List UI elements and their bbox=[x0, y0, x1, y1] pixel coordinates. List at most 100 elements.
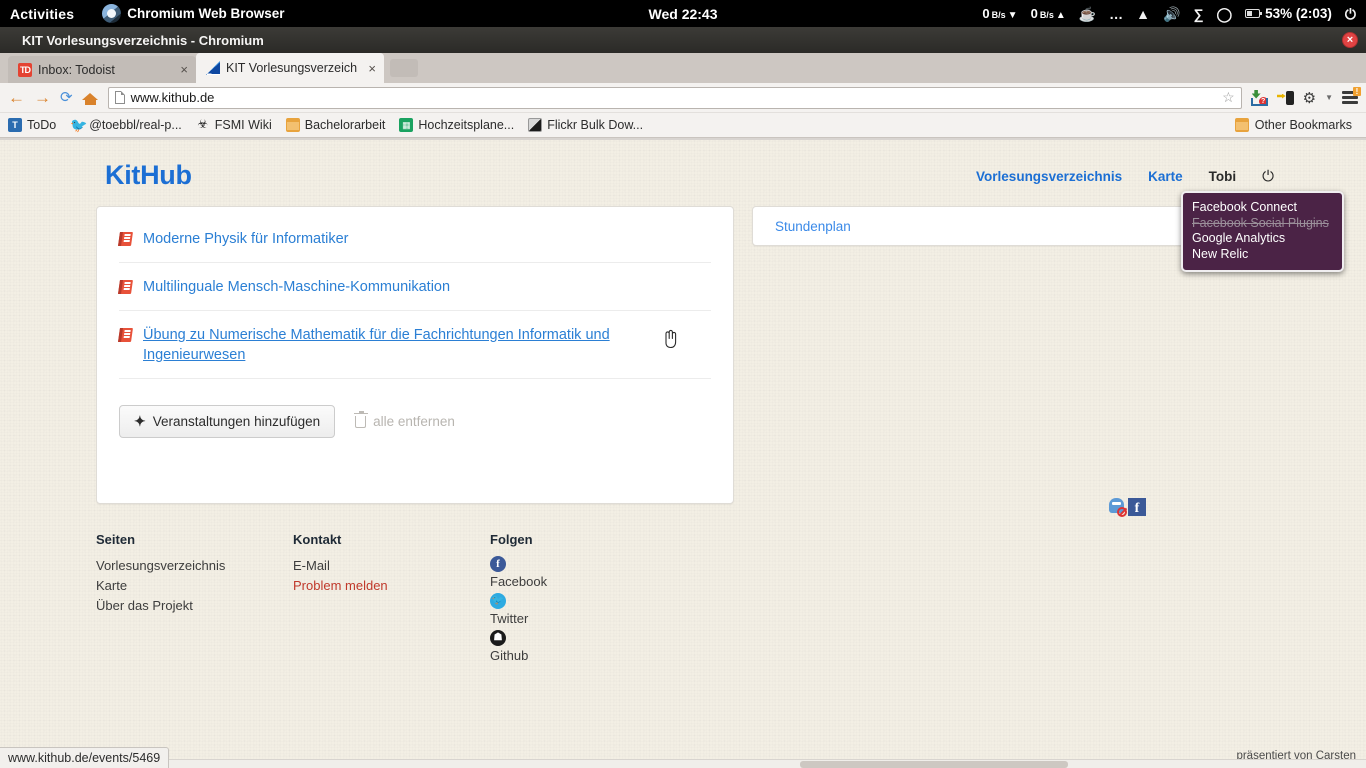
footer-heading: Seiten bbox=[96, 532, 136, 547]
chevron-down-icon[interactable]: ▼ bbox=[1325, 93, 1333, 102]
site-logo[interactable]: KitHub bbox=[88, 148, 192, 191]
course-link[interactable]: Multilinguale Mensch-Maschine-Kommunikat… bbox=[143, 277, 450, 297]
folder-icon bbox=[1234, 118, 1249, 132]
bookmarks-bar: T ToDo 🐦 @toebbl/real-p... ☣ FSMI Wiki B… bbox=[0, 113, 1366, 138]
bookmark-fsmi-wiki[interactable]: ☣ FSMI Wiki bbox=[196, 118, 271, 132]
add-events-button[interactable]: ✦ Veranstaltungen hinzufügen bbox=[119, 405, 336, 438]
twitter-icon: 🐦 bbox=[70, 117, 88, 133]
tab-todoist[interactable]: TD Inbox: Todoist × bbox=[8, 56, 196, 83]
battery-icon bbox=[1245, 9, 1263, 18]
trash-icon bbox=[353, 410, 368, 428]
social-label: Twitter bbox=[490, 611, 529, 626]
schedule-link[interactable]: Stundenplan bbox=[775, 219, 851, 234]
gear-icon[interactable]: ⚙ bbox=[1303, 89, 1316, 107]
user-name[interactable]: Tobi bbox=[1209, 169, 1237, 184]
forward-icon[interactable]: → bbox=[34, 89, 51, 106]
new-tab-button[interactable] bbox=[390, 59, 418, 77]
page-info-icon[interactable] bbox=[114, 91, 125, 104]
close-icon[interactable]: × bbox=[1342, 32, 1358, 48]
bookmark-bachelorarbeit[interactable]: Bachelorarbeit bbox=[285, 118, 386, 132]
social-label: Github bbox=[490, 648, 529, 663]
social-label: Facebook bbox=[490, 574, 548, 589]
status-bar: www.kithub.de/events/5469 bbox=[0, 747, 170, 768]
list-item[interactable]: Moderne Physik für Informatiker bbox=[118, 215, 711, 263]
nav-karte[interactable]: Karte bbox=[1148, 169, 1183, 184]
remove-all-button[interactable]: alle entfernen bbox=[353, 410, 455, 429]
power-menu-icon[interactable]: ⏻ bbox=[1345, 7, 1356, 21]
active-application-indicator[interactable]: Chromium Web Browser bbox=[102, 4, 285, 23]
home-icon[interactable] bbox=[81, 90, 99, 105]
footer-link-twitter[interactable]: 🐦 Twitter bbox=[490, 593, 710, 629]
popup-item-google-analytics[interactable]: Google Analytics bbox=[1192, 231, 1333, 247]
todoist-icon: TD bbox=[18, 62, 32, 77]
course-link[interactable]: Übung zu Numerische Mathematik für die F… bbox=[143, 325, 673, 365]
footer-link-github[interactable]: ☗ Github bbox=[490, 630, 710, 666]
tab-label: Inbox: Todoist bbox=[38, 62, 115, 77]
download-extension-icon[interactable]: ? bbox=[1250, 90, 1268, 106]
eject-icon[interactable]: ▲ bbox=[1136, 7, 1150, 21]
bookmark-hochzeitsplanung[interactable]: ▦ Hochzeitsplane... bbox=[399, 118, 514, 132]
list-item[interactable]: Multilinguale Mensch-Maschine-Kommunikat… bbox=[118, 263, 711, 311]
bookmark-star-icon[interactable]: ☆ bbox=[1222, 89, 1235, 106]
tab-label: KIT Vorlesungsverzeichnis bbox=[226, 61, 359, 75]
send-to-phone-icon[interactable] bbox=[1277, 90, 1294, 106]
add-events-label: Veranstaltungen hinzufügen bbox=[152, 414, 321, 429]
network-download-rate: 0 B/s ▼ bbox=[982, 6, 1017, 21]
bookmark-flickr-bulk-download[interactable]: Flickr Bulk Dow... bbox=[528, 118, 643, 132]
footer-heading: Kontakt bbox=[293, 532, 342, 547]
address-bar[interactable]: www.kithub.de ☆ bbox=[107, 86, 1242, 109]
volume-icon[interactable]: 🔊 bbox=[1163, 7, 1180, 21]
course-link[interactable]: Moderne Physik für Informatiker bbox=[143, 229, 349, 249]
tab-close-icon[interactable]: × bbox=[368, 61, 376, 76]
twitter-icon: 🐦 bbox=[490, 593, 506, 609]
bookmark-twitter-profile[interactable]: 🐦 @toebbl/real-p... bbox=[70, 118, 182, 132]
scrollbar-thumb[interactable] bbox=[800, 761, 1068, 768]
footer-link-problem-melden[interactable]: Problem melden bbox=[293, 576, 490, 596]
facebook-blocker-icon bbox=[1108, 498, 1127, 517]
battery-indicator[interactable]: 53% (2:03) bbox=[1245, 6, 1332, 21]
course-actions: ✦ Veranstaltungen hinzufügen alle entfer… bbox=[97, 379, 733, 438]
chrome-menu-icon[interactable]: ! bbox=[1342, 87, 1361, 104]
course-list: Moderne Physik für Informatiker Multilin… bbox=[97, 207, 733, 379]
tab-kit-vorlesungsverzeichnis[interactable]: KIT Vorlesungsverzeichnis × bbox=[196, 53, 384, 83]
facebook-icon: f bbox=[490, 556, 506, 572]
footer-link-email[interactable]: E-Mail bbox=[293, 556, 490, 576]
activities-button[interactable]: Activities bbox=[0, 6, 88, 22]
kit-icon bbox=[206, 61, 220, 75]
toolbar-actions: ? ⚙ ▼ ! bbox=[1250, 87, 1361, 107]
popup-item-new-relic[interactable]: New Relic bbox=[1192, 247, 1333, 263]
mouse-cursor bbox=[665, 329, 677, 349]
back-icon[interactable]: ← bbox=[8, 89, 25, 106]
network-upload-rate: 0 B/s ▲ bbox=[1031, 6, 1066, 21]
coffee-cup-icon[interactable]: ☕ bbox=[1079, 7, 1096, 21]
bookmark-label: @toebbl/real-p... bbox=[89, 118, 182, 132]
footer-link-ueber-das-projekt[interactable]: Über das Projekt bbox=[96, 596, 293, 616]
footer-link-karte[interactable]: Karte bbox=[96, 576, 293, 596]
nav-vorlesungsverzeichnis[interactable]: Vorlesungsverzeichnis bbox=[976, 169, 1122, 184]
bookmark-label: Bachelorarbeit bbox=[304, 118, 386, 132]
remove-all-label: alle entfernen bbox=[373, 414, 455, 429]
sheets-icon: ▦ bbox=[399, 118, 414, 132]
list-item[interactable]: Übung zu Numerische Mathematik für die F… bbox=[118, 311, 711, 379]
wifi-icon[interactable]: ◯ bbox=[1216, 7, 1232, 21]
battery-label: 53% (2:03) bbox=[1265, 6, 1332, 21]
other-bookmarks-folder[interactable]: Other Bookmarks bbox=[1234, 118, 1358, 132]
popup-item-facebook-social-plugins[interactable]: Facebook Social Plugins bbox=[1192, 216, 1333, 232]
bluetooth-icon[interactable]: ∑ bbox=[1193, 7, 1203, 21]
url-text: www.kithub.de bbox=[130, 90, 215, 105]
facebook-blocker-badge[interactable]: f bbox=[1108, 498, 1146, 517]
chevron-up-icon: ▲ bbox=[1055, 10, 1066, 21]
extension-popup[interactable]: Facebook Connect Facebook Social Plugins… bbox=[1181, 191, 1344, 272]
footer-link-vorlesungsverzeichnis[interactable]: Vorlesungsverzeichnis bbox=[96, 556, 293, 576]
bookmark-todo[interactable]: T ToDo bbox=[8, 118, 56, 132]
main-navigation: Vorlesungsverzeichnis Karte Tobi ⏻ bbox=[976, 148, 1278, 185]
chromium-window: KIT Vorlesungsverzeichnis - Chromium × T… bbox=[0, 27, 1366, 768]
overflow-dots-icon[interactable]: … bbox=[1109, 7, 1123, 21]
chromium-icon bbox=[102, 4, 122, 23]
tab-close-icon[interactable]: × bbox=[180, 62, 188, 77]
footer-link-facebook[interactable]: f Facebook bbox=[490, 556, 710, 592]
reload-icon[interactable]: ⟳ bbox=[60, 90, 73, 105]
popup-item-facebook-connect[interactable]: Facebook Connect bbox=[1192, 200, 1333, 216]
power-icon[interactable]: ⏻ bbox=[1262, 168, 1274, 185]
horizontal-scrollbar[interactable] bbox=[0, 759, 1366, 768]
